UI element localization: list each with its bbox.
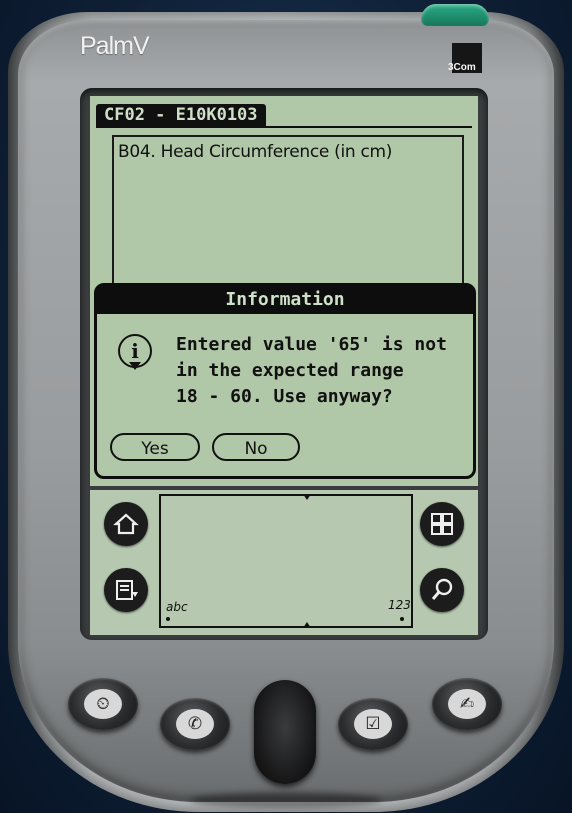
form-title[interactable]: CF02 - E10K0103 <box>96 104 266 126</box>
datebook-icon: ⏲ <box>84 689 122 719</box>
graffiti-writing-area[interactable] <box>159 494 413 628</box>
scroll-rocker[interactable] <box>254 680 316 784</box>
graffiti-divider-top <box>303 494 311 500</box>
home-icon[interactable] <box>104 502 148 546</box>
todo-icon: ☑ <box>354 709 392 739</box>
field-label: B04. Head Circumference (in cm) <box>118 142 393 162</box>
dialog-message-line-2: in the expected range <box>176 360 404 381</box>
numeric-dot <box>400 617 404 621</box>
alpha-dot <box>166 617 170 621</box>
dialog-message-line-3: 18 - 60. Use anyway? <box>176 386 393 407</box>
graffiti-alpha-label: abc <box>166 600 188 614</box>
stylus-tip <box>421 4 489 26</box>
info-icon-tail <box>129 362 141 370</box>
calculator-icon[interactable] <box>420 502 464 546</box>
no-button[interactable]: No <box>212 433 300 461</box>
find-icon[interactable] <box>420 568 464 612</box>
graffiti-numeric-label: 123 <box>388 598 411 612</box>
palm-logo: PalmV <box>80 32 150 60</box>
phone-icon: ✆ <box>176 709 214 739</box>
dialog-title: Information <box>97 286 473 314</box>
graffiti-divider-bottom <box>303 622 311 628</box>
title-underline <box>96 126 472 128</box>
3com-logo: 3Com <box>448 62 476 73</box>
device-shadow <box>190 792 382 808</box>
yes-button[interactable]: Yes <box>110 433 200 461</box>
dialog-message-line-1: Entered value '65' is not <box>176 334 447 355</box>
menu-icon[interactable] <box>104 568 148 612</box>
memo-icon: ✍ <box>448 689 486 719</box>
